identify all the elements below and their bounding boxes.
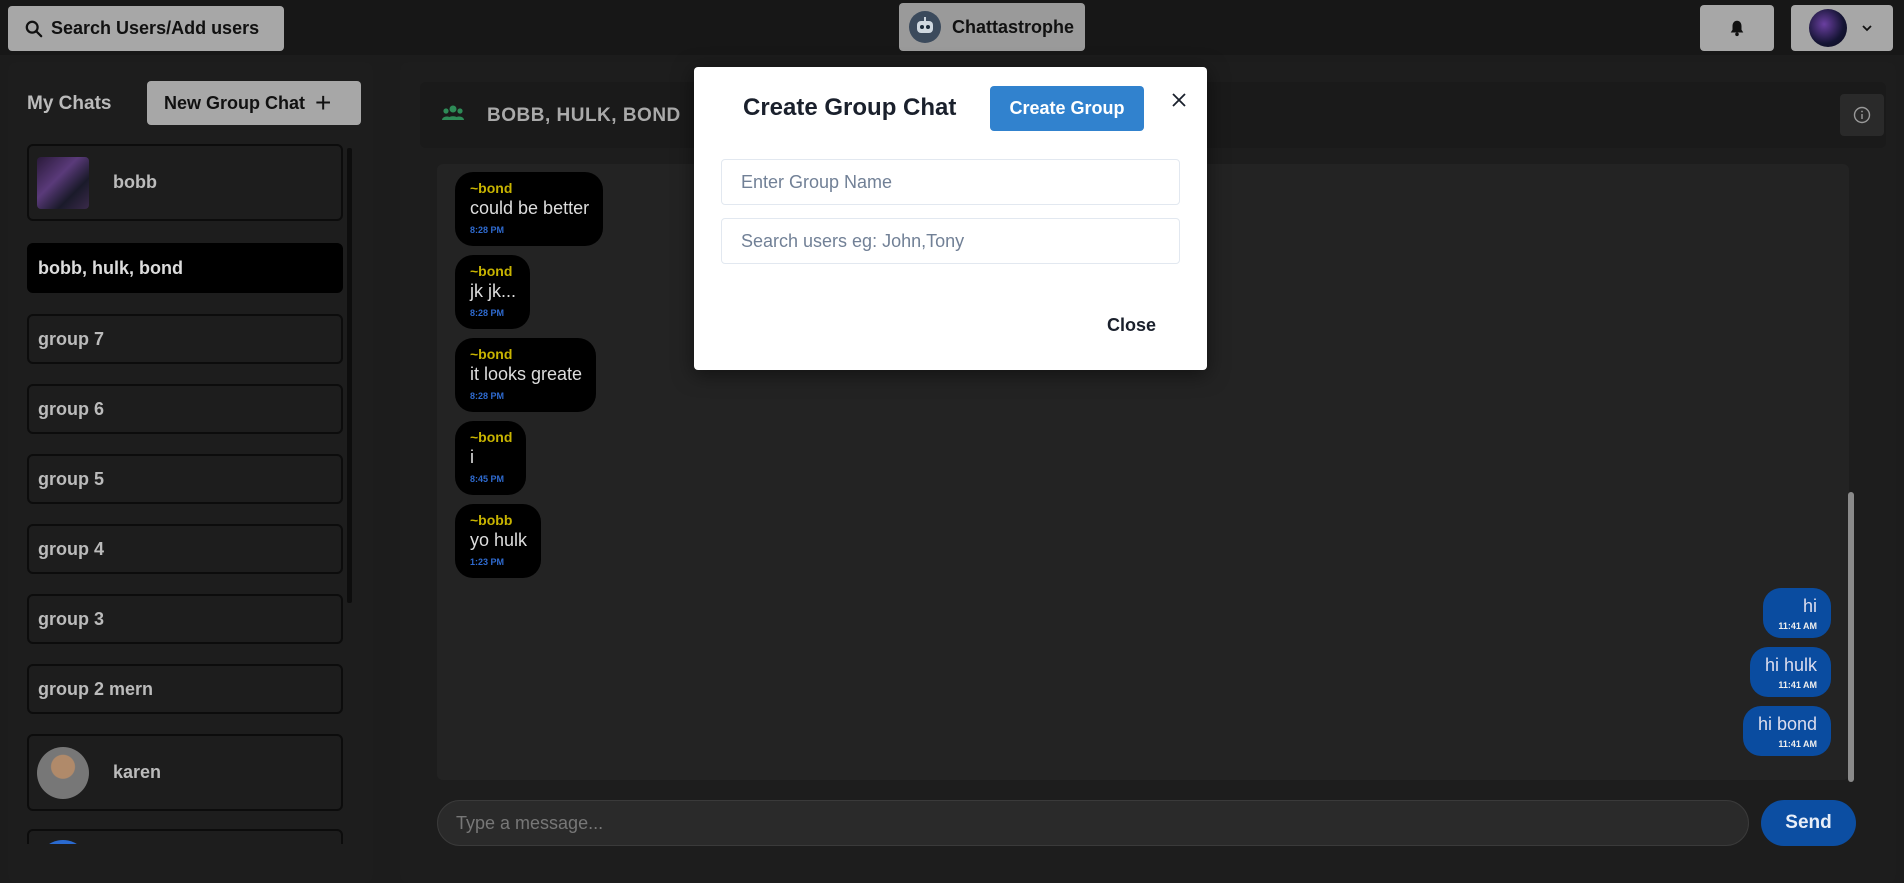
search-users-input[interactable]: Search users eg: John,Tony	[721, 218, 1180, 264]
create-group-button[interactable]: Create Group	[990, 86, 1144, 131]
group-name-input[interactable]: Enter Group Name	[721, 159, 1180, 205]
close-icon[interactable]	[1163, 84, 1195, 116]
close-button[interactable]: Close	[1107, 315, 1156, 336]
modal-title: Create Group Chat	[743, 94, 957, 121]
create-group-modal: Create Group Chat Create Group Enter Gro…	[694, 67, 1207, 370]
